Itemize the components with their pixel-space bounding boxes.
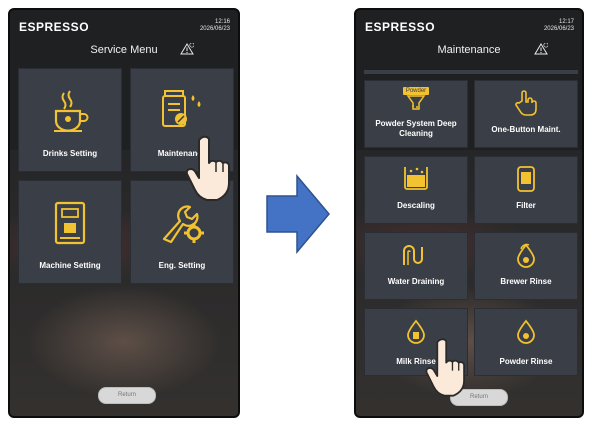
service-menu-screen: ESPRESSO 12:16 2026/06/23 Service Menu D… bbox=[8, 8, 240, 418]
tile-descaling[interactable]: Descaling bbox=[364, 156, 468, 224]
clock: 12:16 2026/06/23 bbox=[200, 19, 230, 33]
tile-label: Powder Rinse bbox=[499, 357, 553, 366]
wrench-gear-icon bbox=[162, 205, 204, 244]
tile-label: Machine Setting bbox=[39, 261, 101, 270]
tile-filter[interactable]: Filter bbox=[474, 156, 578, 224]
tile-water-draining[interactable]: Water Draining bbox=[364, 232, 468, 300]
tile-label: Descaling bbox=[397, 201, 435, 210]
filter-icon bbox=[517, 166, 535, 192]
powder-icon-text: Powder bbox=[403, 87, 429, 95]
date-text: 2026/06/23 bbox=[543, 26, 574, 32]
tile-label: Filter bbox=[516, 201, 536, 210]
time-text: 12:17 bbox=[558, 19, 574, 25]
return-button[interactable]: Return bbox=[98, 387, 156, 404]
warning-icon[interactable] bbox=[534, 43, 548, 55]
page-title: Service Menu bbox=[90, 44, 158, 56]
tile-label: Brewer Rinse bbox=[500, 277, 552, 286]
tile-label: One-Button Maint. bbox=[491, 125, 561, 134]
hand-pointer-icon bbox=[185, 135, 230, 201]
warning-icon[interactable] bbox=[180, 43, 194, 55]
machine-icon bbox=[54, 201, 86, 245]
tile-label: Powder System Deep Cleaning bbox=[375, 119, 457, 138]
tile-one-button-maint[interactable]: One-Button Maint. bbox=[474, 80, 578, 148]
date-text: 2026/06/23 bbox=[199, 26, 230, 32]
tile-label: Drinks Setting bbox=[42, 149, 98, 158]
water-drain-icon bbox=[403, 245, 423, 265]
transition-arrow-icon bbox=[266, 174, 330, 254]
brand-label: ESPRESSO bbox=[365, 20, 436, 34]
page-title: Maintenance bbox=[437, 44, 501, 56]
brand-label: ESPRESSO bbox=[19, 20, 90, 34]
touch-finger-icon bbox=[515, 90, 537, 116]
hand-pointer-icon bbox=[425, 338, 465, 397]
tile-brewer-rinse[interactable]: Brewer Rinse bbox=[474, 232, 578, 300]
tile-machine-setting[interactable]: Machine Setting bbox=[18, 180, 122, 284]
powder-icon: Powder bbox=[403, 87, 429, 111]
powder-funnel-graphic bbox=[406, 95, 426, 110]
tile-powder-system-deep-cleaning[interactable]: Powder Powder System Deep Cleaning bbox=[364, 80, 468, 148]
tile-label: Water Draining bbox=[387, 277, 445, 286]
clock: 12:17 2026/06/23 bbox=[544, 19, 574, 33]
tile-label: Eng. Setting bbox=[158, 261, 206, 270]
scroll-overflow-row bbox=[364, 70, 578, 74]
time-text: 12:16 bbox=[214, 19, 230, 25]
tile-powder-rinse[interactable]: Powder Rinse bbox=[474, 308, 578, 376]
maintenance-canister-icon bbox=[162, 90, 201, 127]
coffee-cup-icon bbox=[54, 90, 89, 132]
powder-rinse-icon bbox=[517, 319, 535, 344]
descaling-icon bbox=[404, 167, 428, 190]
brewer-rinse-icon bbox=[517, 243, 535, 268]
tile-drinks-setting[interactable]: Drinks Setting bbox=[18, 68, 122, 172]
